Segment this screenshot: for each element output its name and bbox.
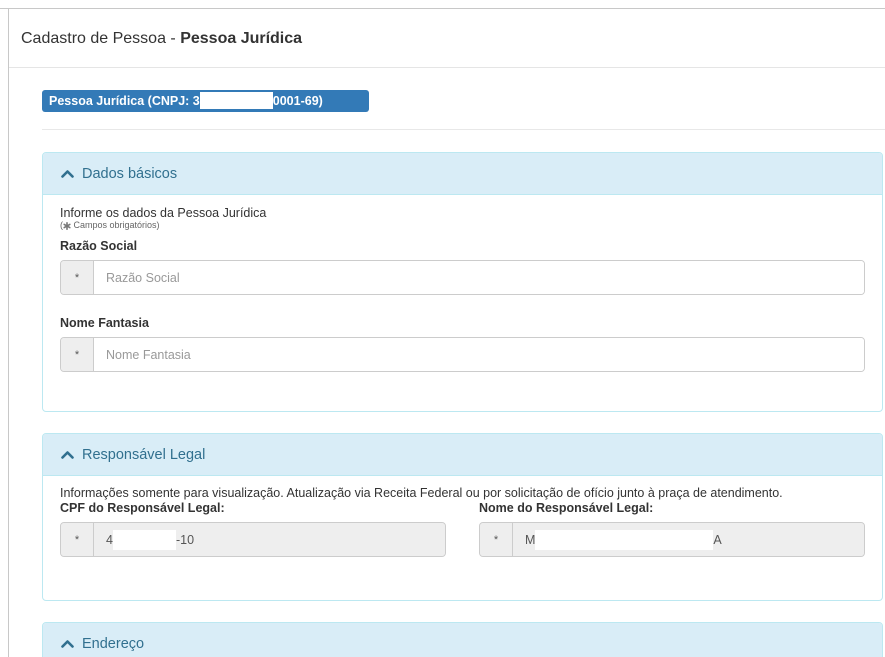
nome-fantasia-field: * (60, 337, 865, 372)
title-divider (9, 67, 885, 68)
nome-responsavel-label: Nome do Responsável Legal: (479, 501, 654, 515)
chevron-up-icon (61, 451, 74, 459)
cnpj-badge-prefix: Pessoa Jurídica (CNPJ: 3 (49, 94, 200, 108)
required-note-text: Campos obrigatórios) (73, 220, 160, 230)
cpf-field: * 4 -10 (60, 522, 446, 557)
nome-column: Nome do Responsável Legal: * MA (479, 501, 865, 557)
panel-endereco: Endereço (42, 622, 883, 657)
panel-title: Dados básicos (82, 165, 178, 182)
nome-value-end: A (713, 532, 722, 547)
panel-body: Informe os dados da Pessoa Jurídica ( Ca… (43, 195, 882, 372)
required-addon: * (61, 523, 94, 556)
page-title-bold: Pessoa Jurídica (180, 30, 303, 47)
panel-title: Endereço (82, 635, 145, 652)
cnpj-badge: Pessoa Jurídica (CNPJ: 3 0001-69) (42, 90, 369, 112)
redaction-mask (535, 529, 714, 550)
chevron-up-icon (61, 640, 74, 648)
panel-title: Responsável Legal (82, 446, 206, 463)
asterisk-icon (63, 221, 71, 230)
panel-heading-endereco[interactable]: Endereço (43, 623, 882, 657)
section-divider (42, 129, 885, 130)
page-title: Cadastro de Pessoa - Pessoa Jurídica (21, 30, 302, 48)
nome-responsavel-field: * MA (479, 522, 865, 557)
chevron-up-icon (61, 170, 74, 178)
panel-responsavel-legal: Responsável Legal Informações somente pa… (42, 433, 883, 601)
razao-social-input[interactable] (94, 261, 864, 294)
cpf-value: 4 -10 (94, 523, 445, 556)
nome-fantasia-label: Nome Fantasia (60, 316, 149, 330)
nome-fantasia-input[interactable] (94, 338, 864, 371)
panel-heading-responsavel-legal[interactable]: Responsável Legal (43, 434, 882, 476)
redaction-mask (199, 92, 273, 109)
panel-description: Informe os dados da Pessoa Jurídica (60, 206, 267, 220)
nome-responsavel-value: MA (513, 523, 864, 556)
razao-social-field: * (60, 260, 865, 295)
cpf-value-end: -10 (175, 532, 195, 547)
panel-body: Informações somente para visualização. A… (43, 476, 882, 557)
cpf-column: CPF do Responsável Legal: * 4 -10 (60, 501, 446, 557)
page-title-prefix: Cadastro de Pessoa - (21, 30, 181, 47)
razao-social-label: Razão Social (60, 239, 138, 253)
cnpj-badge-suffix: 0001-69) (272, 94, 323, 108)
redaction-mask (112, 529, 176, 550)
window-top-border (0, 8, 885, 9)
window-left-border (8, 8, 9, 657)
panel-heading-dados-basicos[interactable]: Dados básicos (43, 153, 882, 195)
panel-dados-basicos: Dados básicos Informe os dados da Pessoa… (42, 152, 883, 412)
cpf-label: CPF do Responsável Legal: (60, 501, 225, 515)
required-addon: * (61, 338, 94, 371)
required-addon: * (480, 523, 513, 556)
responsavel-legal-row: CPF do Responsável Legal: * 4 -10 Nome do… (60, 501, 865, 557)
cpf-value-start: 4 (106, 532, 113, 547)
nome-value-start: M (525, 532, 536, 547)
panel-description: Informações somente para visualização. A… (60, 486, 783, 500)
required-fields-note: ( Campos obrigatórios) (60, 220, 865, 231)
required-addon: * (61, 261, 94, 294)
